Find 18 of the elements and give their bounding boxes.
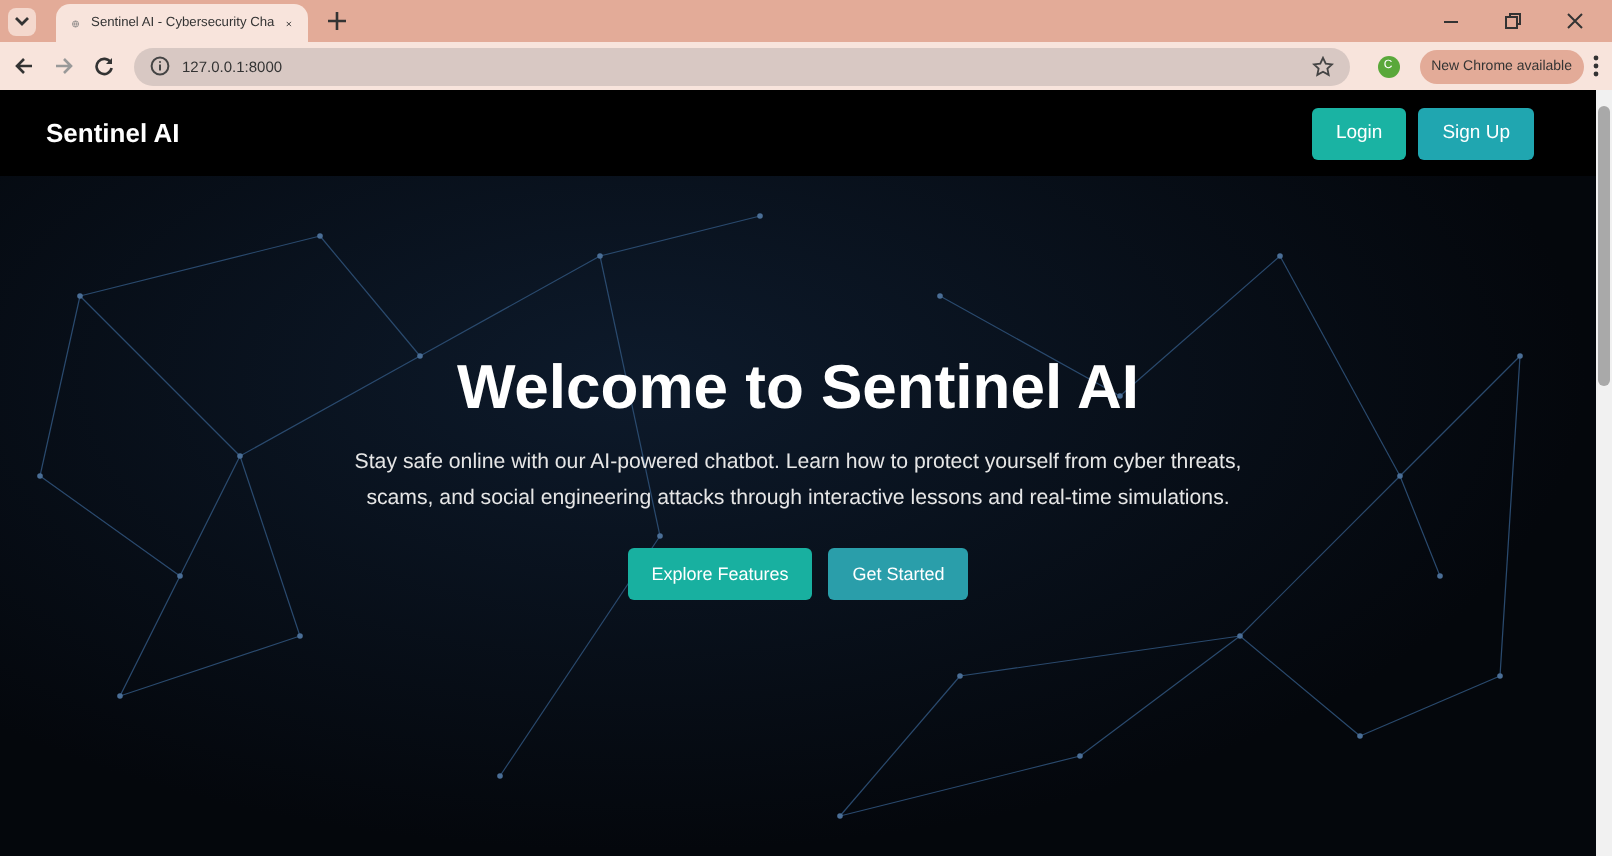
hero-button[interactable]: Get Started bbox=[828, 548, 969, 600]
star-icon[interactable] bbox=[1311, 55, 1334, 77]
new-tab-icon[interactable] bbox=[328, 12, 346, 30]
reload-icon[interactable] bbox=[94, 56, 114, 76]
info-icon bbox=[150, 56, 170, 76]
tab-list-button[interactable] bbox=[8, 7, 36, 35]
hero-description: Stay safe online with our AI-powered chatbot. Learn how to protect yourself from cyber threats, scams, and social engineering attacks through interactive lessons and real-time simulations. bbox=[352, 448, 1244, 514]
scrollbar[interactable] bbox=[1596, 90, 1612, 856]
back-arrow-icon[interactable] bbox=[14, 56, 34, 76]
chevron-down-icon bbox=[14, 15, 30, 27]
more-icon[interactable] bbox=[1592, 54, 1600, 78]
nav-button[interactable]: Login bbox=[1311, 107, 1407, 159]
close-icon[interactable] bbox=[1566, 12, 1584, 30]
brand-name[interactable]: Sentinel AI bbox=[46, 118, 180, 148]
restore-icon[interactable] bbox=[1504, 12, 1522, 30]
hero-title: Welcome to Sentinel AI bbox=[456, 352, 1140, 424]
nav-button[interactable]: Sign Up bbox=[1418, 107, 1534, 159]
hero-button[interactable]: Explore Features bbox=[627, 548, 813, 600]
